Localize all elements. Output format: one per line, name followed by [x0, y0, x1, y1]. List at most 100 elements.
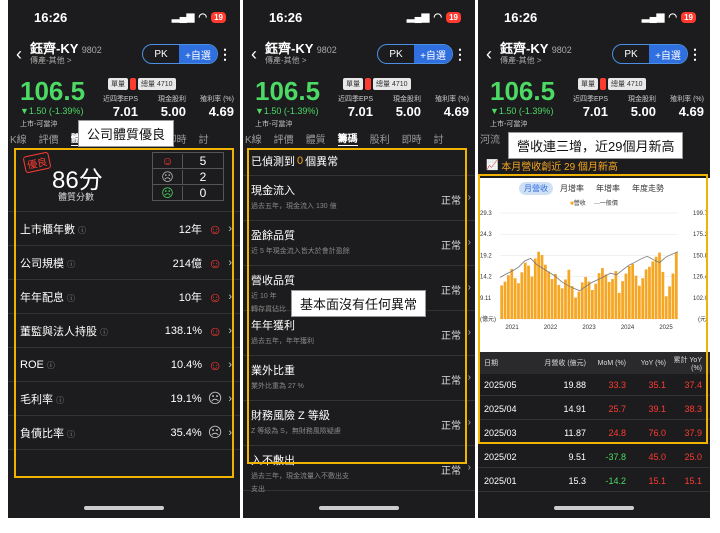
key-metrics: 近四季EPS 7.01 現金股利 5.00 殖利率 (%) 4.69 — [335, 94, 469, 119]
home-indicator — [84, 506, 164, 510]
revenue-table-row: 2025/02 9.51 -37.8 45.0 25.0 — [478, 446, 710, 468]
tab-discussion[interactable]: 討 — [199, 131, 209, 146]
yield-value: 4.69 — [208, 104, 234, 119]
highlight-frame — [14, 148, 234, 478]
status-time: 16:26 — [34, 9, 68, 25]
stock-title: 鈺齊-KY 9802 傳產-其他 > — [265, 42, 377, 65]
tab-chips[interactable]: 籌碼 — [337, 130, 358, 146]
battery-icon: 19 — [446, 11, 461, 23]
tab-bar: K線 評價 體質 籌碼 股利 即時 討 — [243, 130, 475, 146]
key-metrics: 近四季EPS 7.01 現金股利 5.00 殖利率 (%) 4.69 — [570, 94, 704, 119]
dividend-value: 5.00 — [395, 104, 421, 119]
tab-realtime[interactable]: 即時 — [402, 131, 422, 146]
dividend-value: 5.00 — [630, 104, 656, 119]
pk-button[interactable]: PK — [613, 45, 649, 63]
tab-health[interactable]: 體質 — [306, 131, 326, 146]
price: 106.5 — [490, 76, 556, 106]
eps-value: 7.01 — [582, 104, 608, 119]
annotation-callout: 營收連三增，近29個月新高 — [508, 132, 684, 159]
highlight-frame — [478, 174, 708, 444]
back-icon[interactable]: ‹ — [251, 44, 265, 65]
pk-button[interactable]: PK — [143, 45, 179, 63]
status-bar: 16:26 ▂▄▆ ◠ 19 — [8, 0, 240, 34]
tab-valuation[interactable]: 評價 — [39, 131, 59, 146]
status-time: 16:26 — [504, 9, 538, 25]
cell-cum-yoy: 15.1 — [684, 475, 702, 486]
home-indicator — [554, 506, 634, 510]
stock-industry[interactable]: 傳產-其他 > — [265, 56, 377, 66]
quote-panel: 106.5 單量 總量 4710 ▼1.50 (-1.39%) 上市-可當沖 近四… — [243, 74, 475, 130]
phone-screen-health: 16:26 ▂▄▆ ◠ 19 ‹ 鈺齊-KY 9802 傳產-其他 > PK +自選… — [8, 0, 240, 518]
volume-highlight — [130, 78, 136, 90]
eps-value: 7.01 — [347, 104, 373, 119]
annotation-callout: 基本面沒有任何異常 — [291, 290, 427, 317]
revenue-headline: 本月營收創近 29 個月新高 — [501, 161, 618, 173]
more-menu-icon[interactable]: ⋮ — [218, 46, 232, 63]
add-watchlist-button[interactable]: +自選 — [649, 45, 687, 63]
eps-label: 近四季EPS — [102, 96, 138, 103]
tab-river[interactable]: 河流 — [480, 131, 500, 146]
stock-code: 9802 — [551, 45, 572, 56]
tab-kline[interactable]: K線 — [245, 131, 262, 146]
trend-icon: 📈 — [486, 159, 499, 171]
cell-yoy: 45.0 — [648, 451, 666, 462]
status-icons: ▂▄▆ ◠ 19 — [642, 11, 696, 23]
cell-cum-yoy: 25.0 — [684, 451, 702, 462]
pk-button[interactable]: PK — [378, 45, 414, 63]
tab-dividend[interactable]: 股利 — [370, 131, 390, 146]
price-change: ▼1.50 (-1.39%) — [490, 106, 554, 116]
annotation-callout: 公司體質優良 — [78, 120, 175, 147]
price: 106.5 — [20, 76, 86, 106]
cell-mom: -37.8 — [605, 451, 626, 462]
yield-label: 殖利率 (%) — [200, 96, 234, 103]
stock-industry[interactable]: 傳產-其他 > — [30, 56, 142, 66]
phone-screen-revenue: 16:26 ▂▄▆ ◠ 19 ‹ 鈺齊-KY 9802 傳產-其他 > PK +自選… — [478, 0, 710, 518]
volume-highlight — [600, 78, 606, 90]
more-menu-icon[interactable]: ⋮ — [688, 46, 702, 63]
price-change: ▼1.50 (-1.39%) — [255, 106, 319, 116]
pk-watchlist-group: PK +自選 — [142, 44, 218, 64]
yield-label: 殖利率 (%) — [670, 96, 704, 103]
stock-header: ‹ 鈺齊-KY 9802 傳產-其他 > PK +自選 ⋮ — [8, 34, 240, 74]
battery-icon: 19 — [681, 11, 696, 23]
battery-icon: 19 — [211, 11, 226, 23]
total-volume-label: 總量 4710 — [138, 78, 176, 90]
stock-code: 9802 — [81, 45, 102, 56]
signal-icon: ▂▄▆ — [406, 11, 430, 23]
signal-icon: ▂▄▆ — [171, 11, 195, 23]
eps-value: 7.01 — [112, 104, 138, 119]
stock-header: ‹ 鈺齊-KY 9802 傳產-其他 > PK +自選 ⋮ — [478, 34, 710, 74]
back-icon[interactable]: ‹ — [16, 44, 30, 65]
back-icon[interactable]: ‹ — [486, 44, 500, 65]
chevron-right-icon: › — [467, 417, 471, 428]
yield-value: 4.69 — [443, 104, 469, 119]
single-volume-label: 單量 — [108, 78, 128, 90]
yield-value: 4.69 — [678, 104, 704, 119]
stock-name: 鈺齊-KY — [500, 41, 549, 57]
status-icons: ▂▄▆ ◠ 19 — [171, 11, 226, 23]
price: 106.5 — [255, 76, 321, 106]
tab-valuation[interactable]: 評價 — [274, 131, 294, 146]
market-type: 上市-可當沖 — [490, 121, 528, 128]
tab-discussion[interactable]: 討 — [434, 131, 444, 146]
chevron-right-icon: › — [467, 462, 471, 473]
wifi-icon: ◠ — [668, 11, 678, 23]
status-bar: 16:26 ▂▄▆ ◠ 19 — [478, 0, 710, 34]
add-watchlist-button[interactable]: +自選 — [414, 45, 452, 63]
tab-kline[interactable]: K線 — [10, 131, 27, 146]
cell-revenue: 9.51 — [568, 451, 586, 462]
volume-tags: 單量 總量 4710 — [108, 78, 176, 90]
stock-code: 9802 — [316, 45, 337, 56]
add-watchlist-button[interactable]: +自選 — [179, 45, 217, 63]
chevron-right-icon: › — [467, 327, 471, 338]
chevron-right-icon: › — [467, 237, 471, 248]
more-menu-icon[interactable]: ⋮ — [453, 46, 467, 63]
stock-title: 鈺齊-KY 9802 傳產-其他 > — [30, 42, 142, 65]
status-time: 16:26 — [269, 9, 303, 25]
phone-screen-anomaly: 16:26 ▂▄▆ ◠ 19 ‹ 鈺齊-KY 9802 傳產-其他 > PK +自選… — [243, 0, 475, 518]
volume-tags: 單量 總量 4710 — [578, 78, 646, 90]
dividend-value: 5.00 — [160, 104, 186, 119]
stock-industry[interactable]: 傳產-其他 > — [500, 56, 612, 66]
stock-header: ‹ 鈺齊-KY 9802 傳產-其他 > PK +自選 ⋮ — [243, 34, 475, 74]
pk-watchlist-group: PK +自選 — [377, 44, 453, 64]
